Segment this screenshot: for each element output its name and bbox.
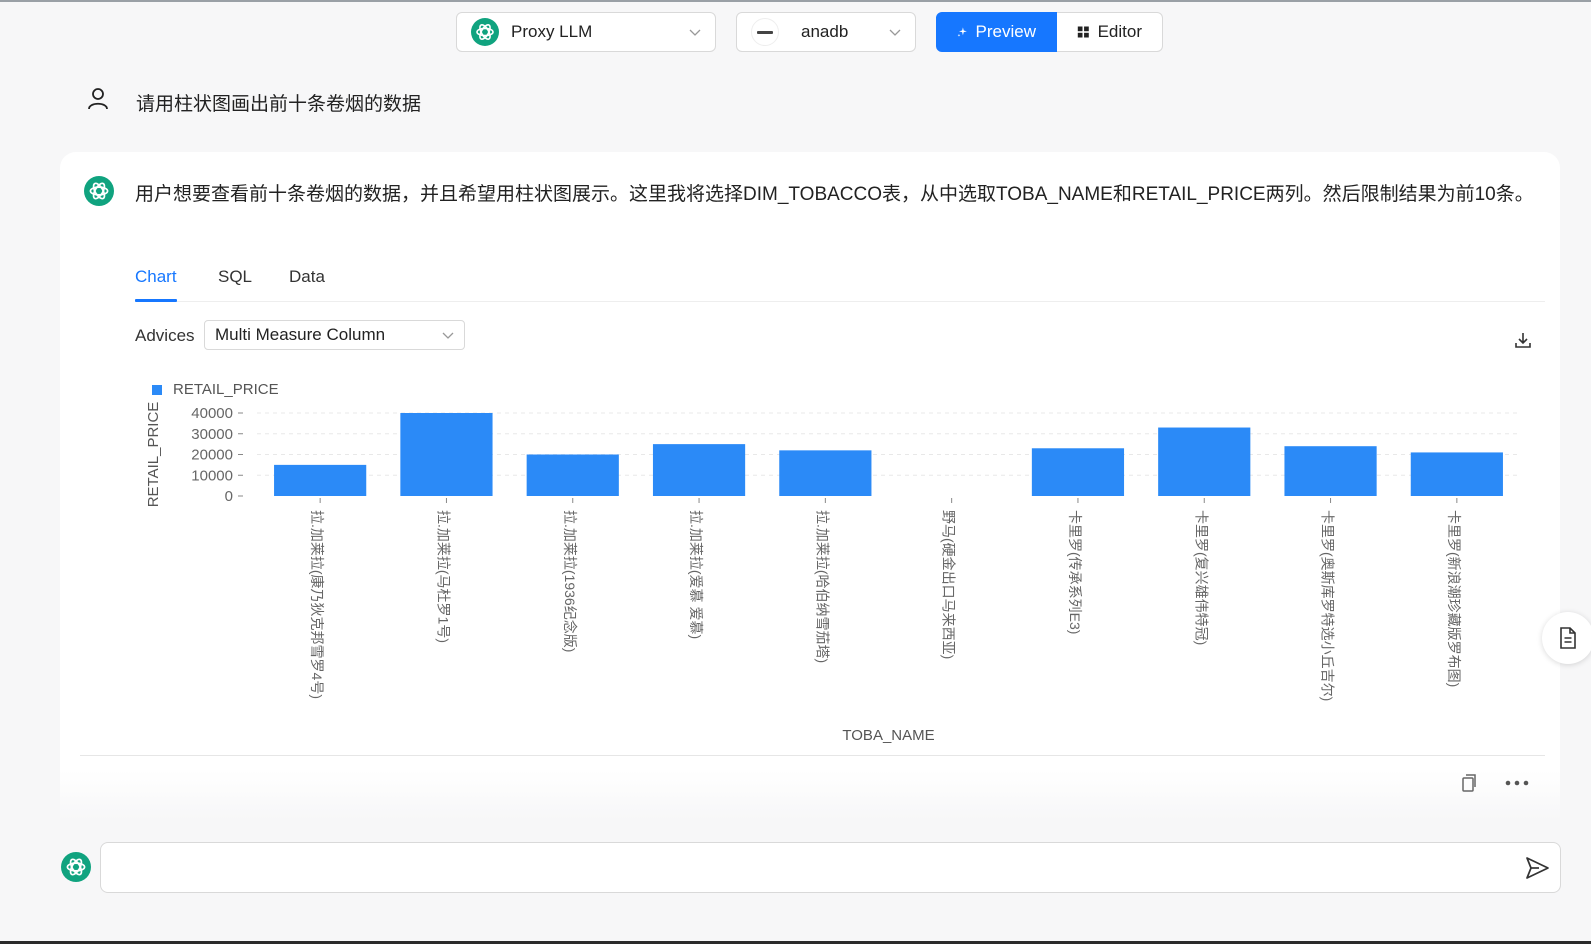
- y-tick-label: 0: [225, 488, 233, 505]
- model-select-value: Proxy LLM: [511, 22, 593, 41]
- result-tabs: Chart SQL Data: [135, 262, 1545, 302]
- user-message: 请用柱状图画出前十条卷烟的数据: [86, 86, 421, 115]
- legend-swatch: [152, 385, 162, 395]
- bar: [1158, 427, 1251, 496]
- preview-label: Preview: [975, 22, 1036, 41]
- download-icon[interactable]: [1513, 330, 1533, 350]
- chevron-down-icon: [889, 29, 901, 36]
- bar: [1410, 452, 1503, 496]
- y-axis-label: RETAIL_PRICE: [145, 402, 162, 508]
- bar: [400, 413, 493, 496]
- y-tick-label: 30000: [191, 426, 233, 443]
- openai-logo-icon: [471, 18, 499, 46]
- chat-input-box: [100, 842, 1561, 893]
- editor-button[interactable]: Editor: [1057, 12, 1163, 52]
- x-tick-label: 野马(硬金出口马来西亚): [941, 510, 957, 659]
- advices-select-value: Multi Measure Column: [215, 325, 386, 344]
- more-icon[interactable]: [1505, 780, 1529, 786]
- bar: [274, 464, 367, 496]
- x-axis-label: TOBA_NAME: [842, 727, 934, 744]
- bar: [779, 450, 872, 496]
- y-tick-label: 10000: [191, 467, 233, 484]
- database-select-value: anadb: [801, 22, 849, 41]
- x-tick-label: 拉.加莱拉(哈伯纳雪茄塔): [814, 510, 830, 663]
- mode-switch: Preview Editor: [936, 12, 1163, 52]
- advices-select[interactable]: Multi Measure Column: [204, 320, 465, 350]
- model-select[interactable]: Proxy LLM: [456, 12, 716, 52]
- x-tick-label: 卡里罗(复兴雄伟特冠): [1193, 510, 1209, 645]
- top-toolbar: Proxy LLM anadb Preview Editor: [0, 12, 1591, 52]
- editor-label: Editor: [1097, 22, 1142, 41]
- bar-chart: RETAIL_PRICE RETAIL_PRICE 0 10000 20000 30000…: [145, 381, 1520, 744]
- y-tick-label: 40000: [191, 405, 233, 422]
- preview-button[interactable]: Preview: [936, 12, 1057, 52]
- database-logo-icon: [751, 18, 779, 46]
- sparkle-icon: [957, 27, 967, 37]
- chevron-down-icon: [689, 29, 701, 36]
- assistant-message-text: 用户想要查看前十条卷烟的数据，并且希望用柱状图展示。这里我将选择DIM_TOBA…: [135, 184, 1534, 205]
- grid-icon: [1077, 26, 1089, 38]
- y-tick-label: 20000: [191, 447, 233, 464]
- card-fade: [60, 770, 1560, 820]
- window-top-border: [0, 0, 1591, 2]
- user-icon: [88, 88, 108, 110]
- card-divider: [80, 755, 1545, 756]
- bar: [652, 444, 746, 496]
- tab-data[interactable]: Data: [289, 262, 325, 302]
- user-message-text: 请用柱状图画出前十条卷烟的数据: [136, 94, 422, 115]
- bar: [526, 454, 619, 496]
- tab-chart[interactable]: Chart: [135, 262, 177, 302]
- x-tick-label: 拉.加莱拉(爱慕 爱慕): [688, 510, 704, 639]
- document-float-button[interactable]: [1542, 612, 1591, 664]
- input-avatar-icon: [61, 852, 91, 882]
- x-tick-label: 拉.加莱拉(马杜罗1号): [435, 510, 451, 643]
- chat-input[interactable]: [101, 843, 1560, 892]
- advices-label: Advices: [135, 326, 195, 345]
- send-icon[interactable]: [1524, 855, 1550, 881]
- chevron-down-icon: [442, 332, 454, 339]
- x-tick-label: 拉.加莱拉(康乃狄克邦雪罗4号): [309, 510, 325, 699]
- database-select[interactable]: anadb: [736, 12, 916, 52]
- tab-sql[interactable]: SQL: [218, 262, 252, 302]
- x-tick-label: 卡里罗(传承系列E3): [1067, 510, 1083, 634]
- document-icon: [1560, 627, 1576, 649]
- bar: [1031, 448, 1125, 496]
- copy-icon[interactable]: [1458, 772, 1478, 792]
- legend-label: RETAIL_PRICE: [173, 381, 279, 398]
- x-tick-label: 卡里罗(奥斯库罗特选小丘吉尔): [1320, 510, 1336, 701]
- assistant-avatar-icon: [84, 176, 114, 206]
- x-tick-label: 拉.加莱拉(1936纪念版): [562, 510, 578, 652]
- bar: [1284, 446, 1377, 496]
- x-tick-label: 卡里罗(新浪潮珍藏版罗布图): [1446, 510, 1462, 687]
